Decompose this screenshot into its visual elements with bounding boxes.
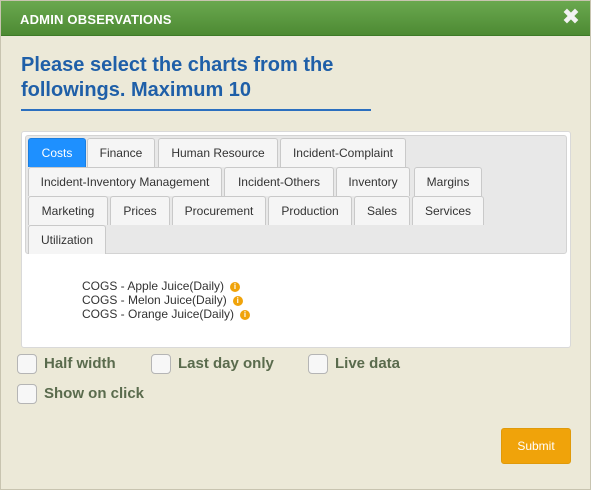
- checkbox-box[interactable]: [17, 384, 37, 404]
- tab-prices[interactable]: Prices: [110, 196, 170, 225]
- dialog-titlebar: ADMIN OBSERVATIONS ✖: [1, 1, 590, 36]
- tab-finance[interactable]: Finance: [87, 138, 155, 167]
- checkbox-label: Show on click: [44, 385, 145, 402]
- tab-margins[interactable]: Margins: [414, 167, 482, 196]
- heading-divider: [21, 109, 371, 111]
- checkbox-box[interactable]: [17, 354, 37, 374]
- list-item[interactable]: COGS - Melon Juice(Daily) i: [82, 293, 250, 307]
- tab-incident-others[interactable]: Incident-Others: [224, 167, 334, 196]
- chart-list: COGS - Apple Juice(Daily) i COGS - Melon …: [82, 279, 251, 321]
- checkbox-label: Last day only: [178, 355, 274, 372]
- list-item[interactable]: COGS - Orange Juice(Daily) i: [82, 307, 251, 321]
- submit-button[interactable]: Submit: [501, 428, 571, 464]
- dialog-title: ADMIN OBSERVATIONS: [20, 12, 172, 27]
- chart-label: COGS - Melon Juice(Daily): [82, 293, 227, 307]
- info-icon[interactable]: i: [230, 282, 241, 292]
- tab-costs[interactable]: Costs: [28, 138, 86, 167]
- tab-incident-complaint[interactable]: Incident-Complaint: [280, 138, 406, 167]
- tab-production[interactable]: Production: [268, 196, 352, 225]
- tab-services[interactable]: Services: [412, 196, 484, 225]
- page-heading: Please select the charts from the follow…: [21, 54, 334, 101]
- checkbox-box[interactable]: [308, 354, 328, 374]
- list-item[interactable]: COGS - Apple Juice(Daily) i: [82, 279, 250, 293]
- chart-label: COGS - Orange Juice(Daily): [82, 307, 235, 321]
- checkbox-box[interactable]: [151, 354, 171, 374]
- close-icon[interactable]: ✖: [561, 6, 581, 28]
- tab-inventory[interactable]: Inventory: [336, 167, 410, 196]
- admin-observations-dialog: ADMIN OBSERVATIONS ✖ Please select the c…: [0, 0, 591, 490]
- info-icon[interactable]: i: [240, 310, 251, 320]
- tab-utilization[interactable]: Utilization: [28, 225, 106, 254]
- info-icon[interactable]: i: [232, 296, 243, 306]
- tab-marketing[interactable]: Marketing: [28, 196, 108, 225]
- chart-label: COGS - Apple Juice(Daily): [82, 279, 225, 293]
- checkbox-label: Half width: [44, 355, 116, 372]
- tab-incident-inventory-management[interactable]: Incident-Inventory Management: [28, 167, 222, 196]
- checkbox-label: Live data: [335, 355, 401, 372]
- tab-human-resource[interactable]: Human Resource: [158, 138, 278, 167]
- tab-sales[interactable]: Sales: [354, 196, 410, 225]
- tab-procurement[interactable]: Procurement: [172, 196, 266, 225]
- chart-selection-panel: Costs Finance Human Resource Incident-Co…: [21, 131, 571, 348]
- category-tab-bar: Costs Finance Human Resource Incident-Co…: [25, 135, 567, 254]
